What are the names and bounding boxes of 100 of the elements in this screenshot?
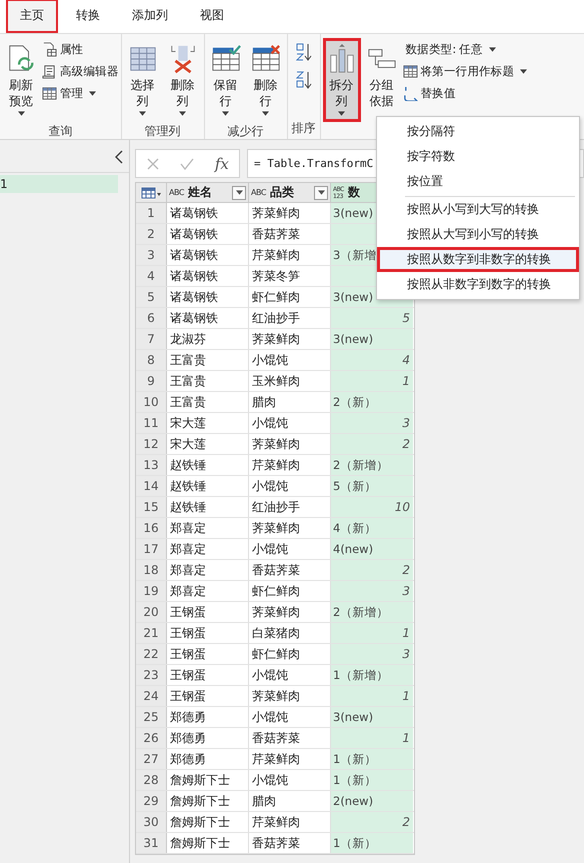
- table-cell: 3(new): [331, 329, 413, 349]
- group-label: 排序: [290, 120, 317, 137]
- query-item[interactable]: 1: [0, 175, 118, 193]
- row-number: 8: [136, 350, 167, 370]
- caret-icon: [18, 111, 24, 116]
- row-number: 30: [136, 812, 167, 832]
- column-header[interactable]: ABC 姓名: [167, 183, 249, 202]
- type-indicator[interactable]: ABC: [251, 188, 266, 196]
- table-cell: 1: [331, 371, 413, 391]
- table-cell: 4: [331, 350, 413, 370]
- row-number: 13: [136, 455, 167, 475]
- function-button[interactable]: fx: [214, 154, 229, 172]
- filter-button[interactable]: [232, 186, 246, 200]
- row-number: 7: [136, 329, 167, 349]
- caret-icon: [222, 111, 230, 116]
- row-number: 26: [136, 728, 167, 748]
- ribbon-button[interactable]: 删除 列: [164, 38, 202, 122]
- caret-icon: [236, 190, 242, 195]
- row-number: 4: [136, 266, 167, 286]
- ribbon-button[interactable]: 数据类型: 任意: [402, 40, 528, 58]
- menu-item[interactable]: 按照从大写到小写的转换: [377, 222, 579, 247]
- ribbon-button[interactable]: 管理: [42, 84, 119, 102]
- table-cell: 詹姆斯下士: [167, 770, 249, 790]
- ribbon-button[interactable]: 刷新 预览: [2, 38, 40, 122]
- row-number: 29: [136, 791, 167, 811]
- table-cell: 郑喜定: [167, 518, 249, 538]
- table-cell: 2: [331, 812, 413, 832]
- properties-icon: [42, 42, 57, 56]
- filter-button[interactable]: [314, 186, 328, 200]
- table-cell: 王钢蛋: [167, 665, 249, 685]
- table-cell: 3(new): [331, 707, 413, 727]
- table-cell: 王钢蛋: [167, 623, 249, 643]
- row-number: 23: [136, 665, 167, 685]
- table-cell: 诸葛钢铁: [167, 203, 249, 223]
- ribbon-tab[interactable]: 视图: [186, 0, 238, 33]
- ribbon-button[interactable]: 将第一行用作标题: [402, 62, 528, 80]
- row-number: 1: [136, 203, 167, 223]
- column-header[interactable]: ABC 品类: [249, 183, 331, 202]
- menu-item[interactable]: 按照从数字到非数字的转换: [377, 247, 579, 272]
- table-cell: 郑喜定: [167, 581, 249, 601]
- table-icon: [42, 86, 57, 100]
- ribbon-button[interactable]: 保留 行: [206, 38, 245, 122]
- row-number: 16: [136, 518, 167, 538]
- table-cell: 1: [331, 728, 413, 748]
- table-cell: 4（新）: [331, 518, 413, 538]
- table-cell: 5（新）: [331, 476, 413, 496]
- row-number: 24: [136, 686, 167, 706]
- ribbon-button[interactable]: 选择 列: [124, 38, 162, 122]
- ribbon-button[interactable]: 拆分 列: [322, 38, 361, 122]
- table-cell: 王钢蛋: [167, 686, 249, 706]
- ribbon-button[interactable]: 替换值: [402, 84, 528, 102]
- ribbon-tab[interactable]: 转换: [62, 0, 114, 33]
- column-name: 姓名: [188, 184, 213, 201]
- row-number: 10: [136, 392, 167, 412]
- table-cell: 4(new): [331, 539, 413, 559]
- caret-icon: [338, 111, 346, 116]
- table-cell: 1（新增）: [331, 665, 413, 685]
- table-cell: 3: [331, 413, 413, 433]
- ribbon-button[interactable]: 分组 依据: [362, 38, 401, 115]
- row-number: 2: [136, 224, 167, 244]
- table-cell: 诸葛钢铁: [167, 266, 249, 286]
- menu-item[interactable]: 按分隔符: [377, 119, 579, 144]
- column-name: 品类: [270, 184, 295, 201]
- caret-icon: [488, 46, 496, 52]
- row-number: 9: [136, 371, 167, 391]
- caret-icon: [318, 190, 324, 195]
- ribbon-tab[interactable]: 主页: [6, 0, 58, 33]
- table-cell: 2（新增）: [331, 602, 413, 622]
- ribbon-button[interactable]: 高级编辑器: [42, 62, 119, 80]
- table-cell: 2（新）: [331, 392, 413, 412]
- group-label: 管理列: [144, 123, 182, 140]
- table-cell: 郑德勇: [167, 707, 249, 727]
- ribbon-tab[interactable]: 添加列: [118, 0, 182, 33]
- row-number: 18: [136, 560, 167, 580]
- ribbon-button[interactable]: 属性: [42, 40, 119, 58]
- row-number: 3: [136, 245, 167, 265]
- table-cell: 宋大莲: [167, 434, 249, 454]
- ribbon-button[interactable]: 删除 行: [246, 38, 285, 122]
- table-cell: 赵铁锤: [167, 497, 249, 517]
- table-cell: 2: [331, 434, 413, 454]
- check-icon[interactable]: [180, 156, 194, 170]
- caret-icon: [262, 111, 270, 116]
- table-cell: 2（新增）: [331, 455, 413, 475]
- collapse-icon[interactable]: [115, 150, 123, 164]
- row-number: 5: [136, 287, 167, 307]
- table-cell: 诸葛钢铁: [167, 224, 249, 244]
- table-cell: 1（新）: [331, 749, 413, 769]
- menu-item[interactable]: 按字符数: [377, 144, 579, 169]
- table-cell: 郑喜定: [167, 539, 249, 559]
- sort-ascending-icon[interactable]: [296, 42, 312, 62]
- caret-icon: [179, 111, 186, 116]
- caret-icon: [89, 90, 96, 96]
- sort-descending-icon[interactable]: [296, 70, 312, 90]
- table-cell: 3: [331, 581, 413, 601]
- document-icon: [42, 64, 57, 78]
- row-number: 6: [136, 308, 167, 328]
- type-indicator[interactable]: ABC: [169, 188, 184, 196]
- row-number: 28: [136, 770, 167, 790]
- row-number: 31: [136, 833, 167, 853]
- table-cell: 2: [331, 560, 413, 580]
